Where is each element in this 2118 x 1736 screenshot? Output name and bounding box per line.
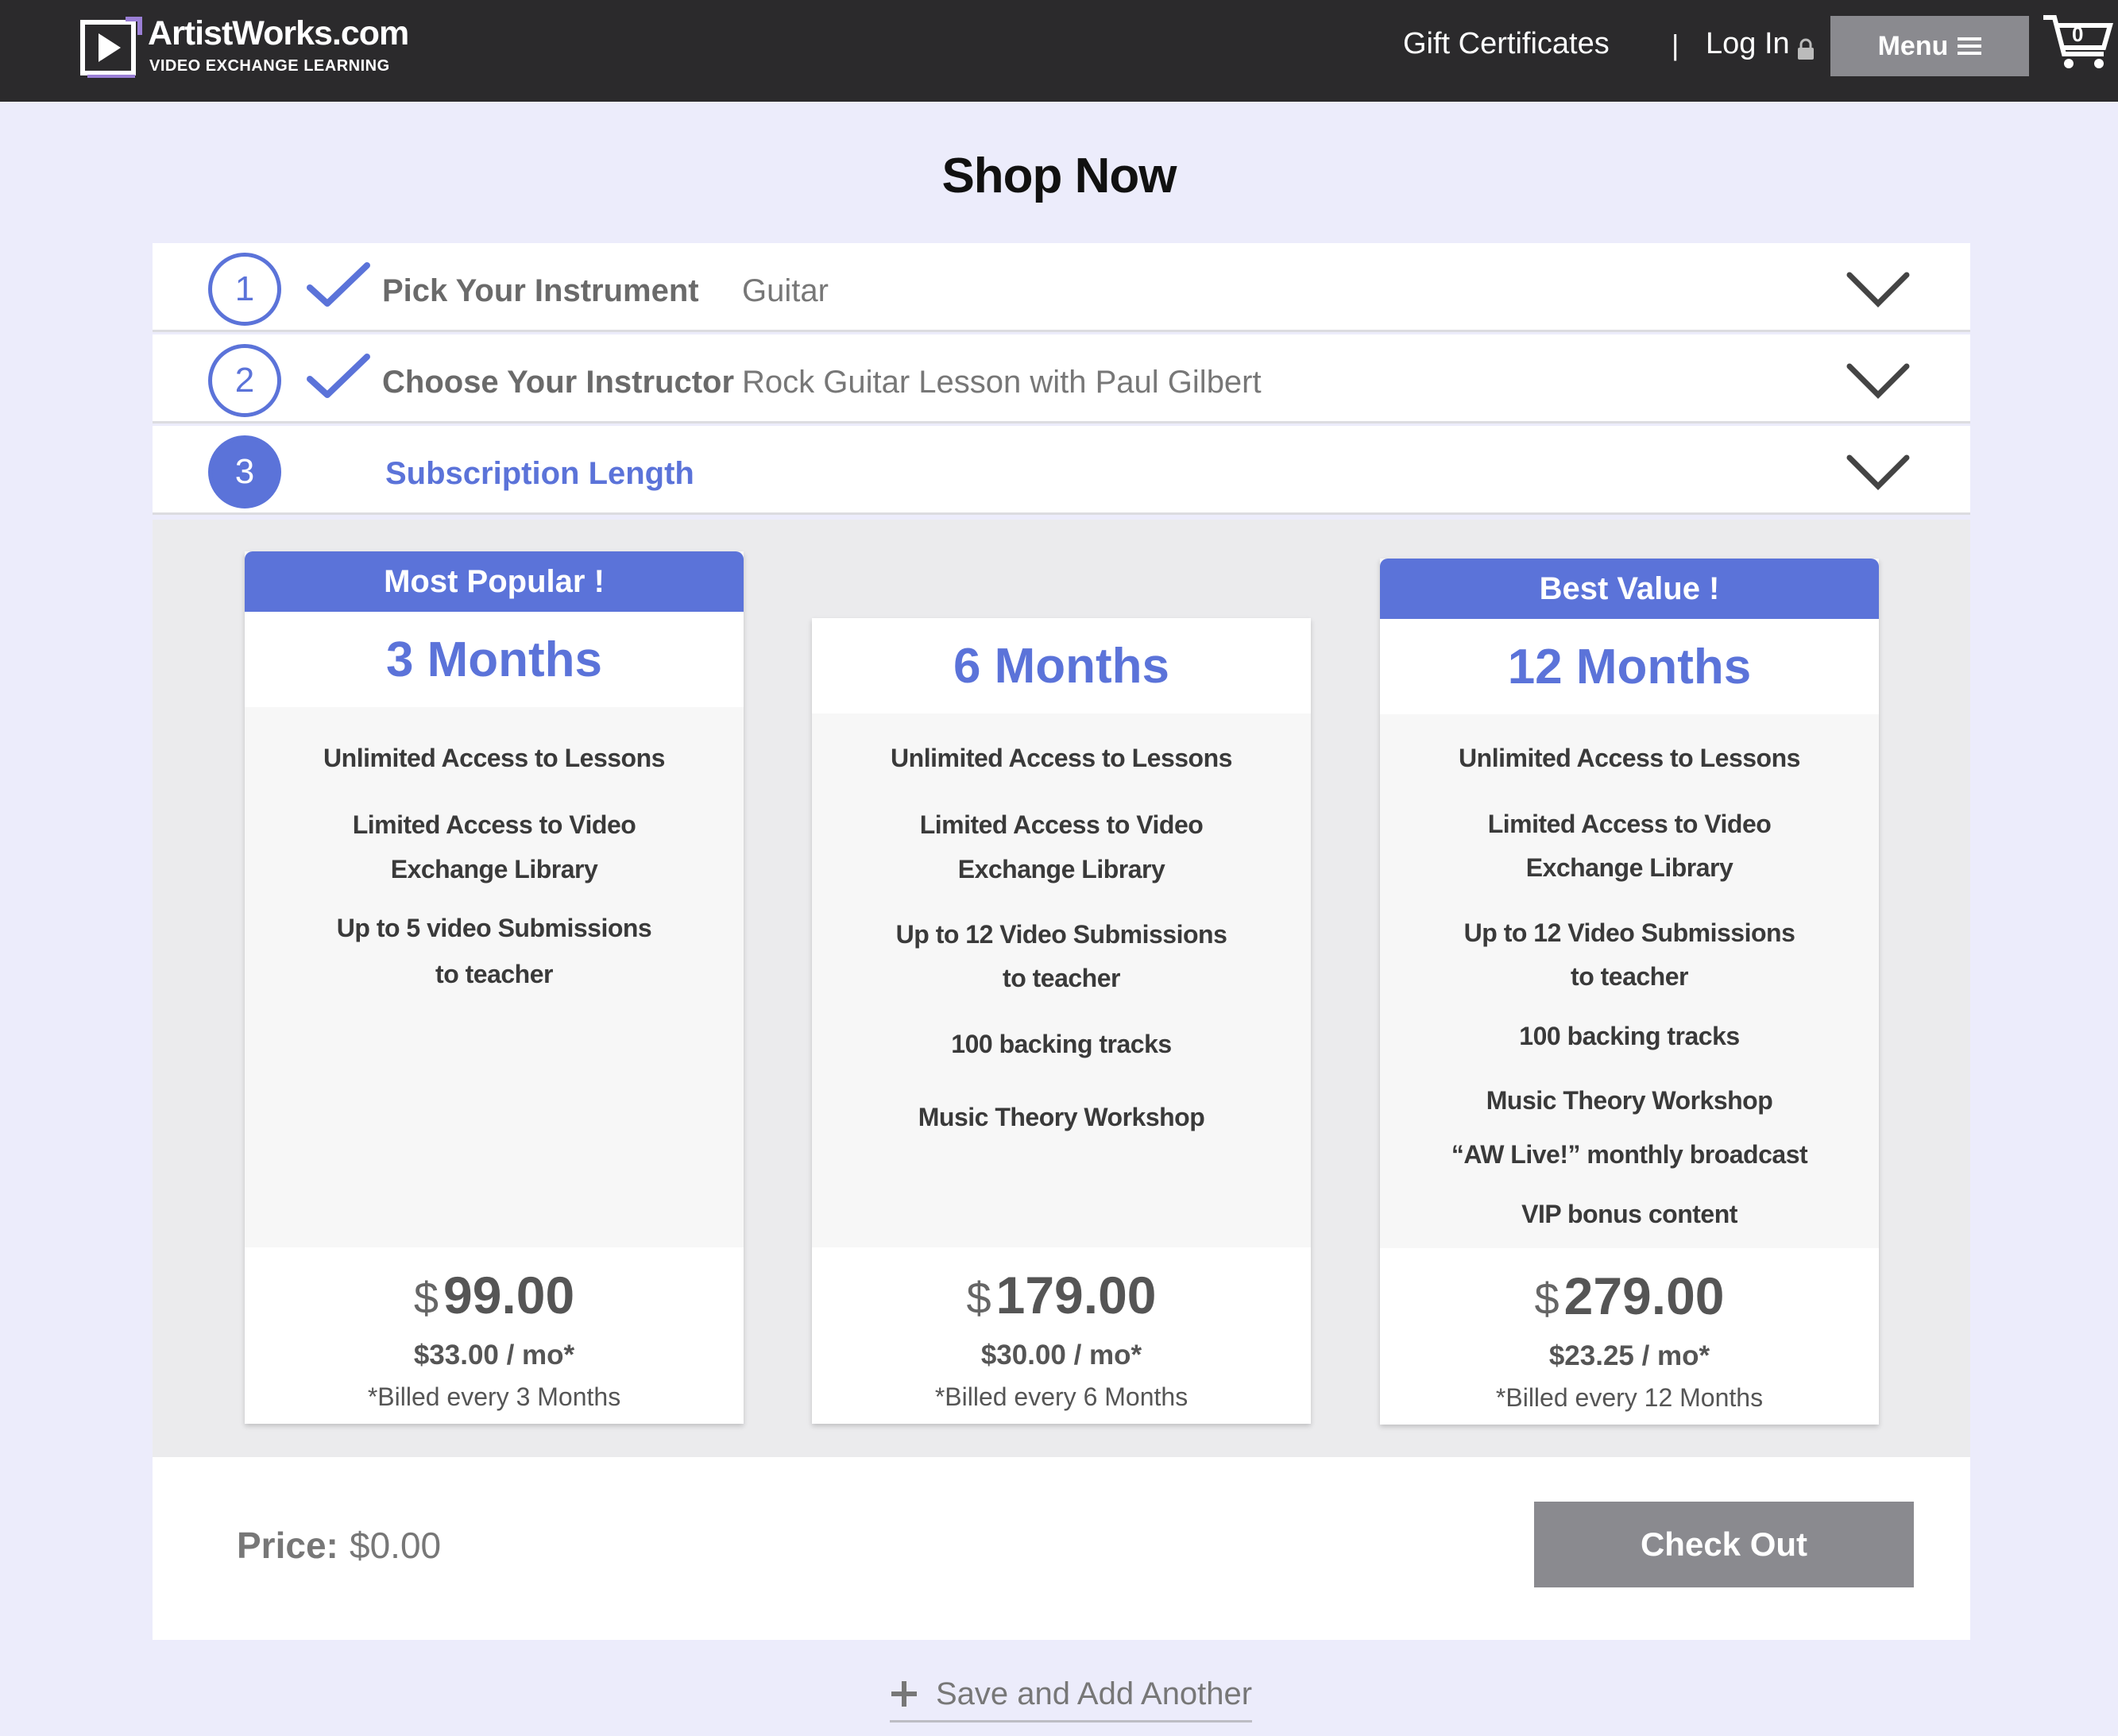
- step-number-3: 3: [208, 435, 281, 508]
- step-number-1: 1: [208, 253, 281, 326]
- plan-price: $99.00: [245, 1265, 744, 1325]
- hamburger-icon: [1958, 37, 1982, 55]
- plan-monthly-price: $23.25 / mo*: [1548, 1340, 1710, 1371]
- step-label-instrument: Pick Your Instrument: [382, 273, 699, 308]
- step-value-instructor: Rock Guitar Lesson with Paul Gilbert: [742, 365, 1262, 400]
- checkout-button[interactable]: Check Out: [1534, 1502, 1914, 1587]
- best-value-badge: Best Value !: [1380, 559, 1879, 619]
- cart-count-badge: 0: [2072, 22, 2084, 46]
- step-label-subscription: Subscription Length: [385, 456, 694, 491]
- step-pick-instrument[interactable]: 1 Pick Your Instrument Guitar: [153, 243, 1970, 332]
- step-subscription-length[interactable]: 3 Subscription Length: [153, 426, 1970, 515]
- plan-feature: to teacher: [1571, 962, 1688, 991]
- nav-separator: |: [1672, 29, 1679, 61]
- gift-certificates-link[interactable]: Gift Certificates: [1403, 27, 1610, 61]
- login-link[interactable]: Log In: [1706, 27, 1790, 61]
- price-amount: 279.00: [1563, 1266, 1725, 1325]
- plus-icon: [891, 1681, 917, 1707]
- checkout-panel: Price: $0.00 Check Out: [153, 1457, 1970, 1640]
- plan-billing-note: *Billed every 6 Months: [934, 1382, 1188, 1411]
- logo-title: ArtistWorks.com: [148, 14, 409, 52]
- plan-duration: 6 Months: [812, 618, 1311, 713]
- plan-billing-note: *Billed every 3 Months: [367, 1382, 621, 1411]
- plan-feature: Up to 12 Video Submissions: [895, 920, 1227, 949]
- chevron-down-icon[interactable]: [1845, 269, 1911, 310]
- plan-price-box: $179.00 $30.00 / mo* *Billed every 6 Mon…: [812, 1247, 1311, 1424]
- menu-label: Menu: [1877, 30, 1949, 61]
- currency-symbol: $: [966, 1273, 991, 1323]
- plan-feature: to teacher: [435, 960, 553, 988]
- plan-feature: Exchange Library: [1525, 853, 1733, 882]
- plan-price-box: $99.00 $33.00 / mo* *Billed every 3 Mont…: [245, 1247, 744, 1424]
- most-popular-badge: Most Popular !: [245, 551, 744, 612]
- plan-feature: Unlimited Access to Lessons: [891, 744, 1232, 772]
- plan-feature: Up to 12 Video Submissions: [1463, 918, 1795, 947]
- plan-feature: Music Theory Workshop: [918, 1103, 1205, 1131]
- checkmark-icon: [307, 354, 370, 398]
- plan-monthly-price: $33.00 / mo*: [413, 1340, 575, 1371]
- menu-button[interactable]: Menu: [1830, 16, 2029, 76]
- page-title: Shop Now: [941, 149, 1177, 203]
- play-logo-icon: [80, 17, 142, 78]
- plan-feature: Unlimited Access to Lessons: [1459, 744, 1800, 772]
- plan-feature: 100 backing tracks: [951, 1030, 1172, 1058]
- plan-feature: “AW Live!” monthly broadcast: [1451, 1140, 1808, 1169]
- plan-feature: Limited Access to Video: [919, 810, 1204, 839]
- plan-feature: Music Theory Workshop: [1486, 1086, 1773, 1115]
- plan-card-3-months[interactable]: Most Popular ! 3 Months Unlimited Access…: [245, 551, 744, 1424]
- plan-price: $179.00: [812, 1265, 1311, 1325]
- artistworks-logo[interactable]: ArtistWorks.com VIDEO EXCHANGE LEARNING: [79, 14, 409, 81]
- price-amount: 179.00: [995, 1266, 1157, 1324]
- plan-feature: Up to 5 video Submissions: [336, 914, 652, 942]
- logo-subtitle: VIDEO EXCHANGE LEARNING: [149, 57, 390, 75]
- total-price-label: Price:: [237, 1525, 338, 1566]
- top-navigation-bar: ArtistWorks.com VIDEO EXCHANGE LEARNING …: [0, 0, 2118, 102]
- plan-billing-note: *Billed every 12 Months: [1495, 1383, 1764, 1412]
- plan-duration: 12 Months: [1380, 619, 1879, 714]
- plan-monthly-price: $30.00 / mo*: [980, 1340, 1142, 1371]
- plan-feature: Exchange Library: [957, 855, 1165, 883]
- step-label-instructor: Choose Your Instructor: [382, 365, 735, 400]
- plan-feature: VIP bonus content: [1521, 1200, 1737, 1228]
- currency-symbol: $: [1534, 1274, 1560, 1324]
- lock-icon: [1798, 38, 1814, 60]
- step-choose-instructor[interactable]: 2 Choose Your Instructor Rock Guitar Les…: [153, 334, 1970, 423]
- plan-feature: Exchange Library: [390, 855, 598, 883]
- plan-feature: Limited Access to Video: [1487, 810, 1772, 838]
- price-amount: 99.00: [443, 1266, 575, 1324]
- plan-feature: 100 backing tracks: [1519, 1022, 1740, 1050]
- plan-price: $279.00: [1380, 1266, 1879, 1326]
- plan-card-6-months[interactable]: 6 Months Unlimited Access to Lessons Lim…: [812, 618, 1311, 1424]
- total-price-value: $0.00: [350, 1525, 442, 1566]
- plan-feature: Limited Access to Video: [352, 810, 636, 839]
- checkmark-icon: [307, 262, 370, 307]
- save-and-add-another-label: Save and Add Another: [936, 1676, 1253, 1711]
- chevron-down-icon[interactable]: [1845, 360, 1911, 401]
- save-and-add-another-link[interactable]: Save and Add Another: [890, 1675, 1252, 1722]
- chevron-down-icon[interactable]: [1845, 451, 1911, 493]
- plan-feature: to teacher: [1003, 964, 1120, 992]
- plan-price-box: $279.00 $23.25 / mo* *Billed every 12 Mo…: [1380, 1248, 1879, 1425]
- plan-feature: Unlimited Access to Lessons: [323, 744, 665, 772]
- currency-symbol: $: [413, 1273, 439, 1323]
- plan-duration: 3 Months: [245, 612, 744, 707]
- step-number-2: 2: [208, 344, 281, 417]
- step-value-instrument: Guitar: [742, 273, 829, 308]
- plan-card-12-months[interactable]: Best Value ! 12 Months Unlimited Access …: [1380, 559, 1879, 1425]
